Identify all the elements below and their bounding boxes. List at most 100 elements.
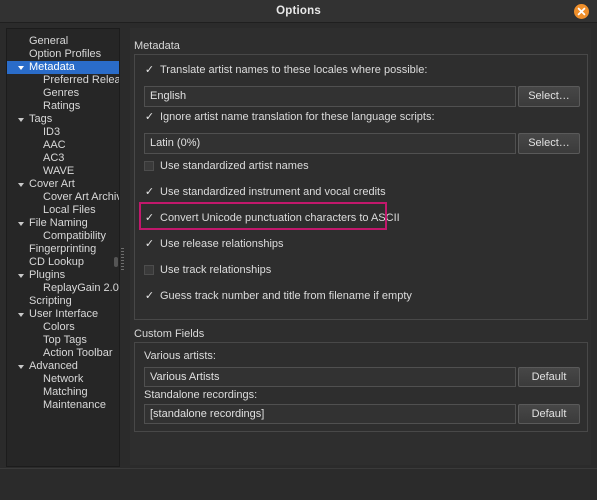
checkbox-label: Use release relationships	[160, 238, 284, 250]
sidebar-item-label: Action Toolbar	[43, 347, 113, 359]
sidebar-item-cd-lookup[interactable]: CD Lookup	[7, 256, 119, 269]
sidebar-item-tags[interactable]: Tags	[7, 113, 119, 126]
sidebar-item-user-interface[interactable]: User Interface	[7, 308, 119, 321]
sidebar-item-matching[interactable]: Matching	[7, 386, 119, 399]
chevron-down-icon[interactable]	[18, 118, 24, 122]
sidebar-scrollbar-thumb[interactable]	[114, 257, 118, 267]
checkbox-label: Convert Unicode punctuation characters t…	[160, 212, 400, 224]
chevron-down-icon[interactable]	[18, 183, 24, 187]
sidebar-item-label: Cover Art Archive	[43, 191, 120, 203]
sidebar-item-plugins[interactable]: Plugins	[7, 269, 119, 282]
sidebar-item-action-toolbar[interactable]: Action Toolbar	[7, 347, 119, 360]
sidebar-item-label: Fingerprinting	[29, 243, 97, 255]
check-mark-icon: ✓	[144, 111, 155, 123]
checkbox-label: Translate artist names to these locales …	[160, 64, 428, 76]
sidebar-item-network[interactable]: Network	[7, 373, 119, 386]
sidebar-item-label: Matching	[43, 386, 88, 398]
sidebar-item-wave[interactable]: WAVE	[7, 165, 119, 178]
sidebar-item-label: Maintenance	[43, 399, 106, 411]
sidebar-item-fingerprinting[interactable]: Fingerprinting	[7, 243, 119, 256]
sidebar-item-compatibility[interactable]: Compatibility	[7, 230, 119, 243]
sidebar-item-file-naming[interactable]: File Naming	[7, 217, 119, 230]
chevron-down-icon[interactable]	[18, 222, 24, 226]
sidebar-item-maintenance[interactable]: Maintenance	[7, 399, 119, 412]
sidebar-item-label: Tags	[29, 113, 53, 125]
sidebar-item-label: Scripting	[29, 295, 72, 307]
sidebar-item-label: Option Profiles	[29, 48, 102, 60]
options-dialog: Options General Option Profiles Metadata Pr…	[0, 0, 597, 500]
custom-fields-group-title: Custom Fields	[134, 328, 205, 340]
sidebar-item-label: Local Files	[43, 204, 96, 216]
sidebar-item-label: WAVE	[43, 165, 75, 177]
sidebar-item-option-profiles[interactable]: Option Profiles	[7, 48, 119, 61]
scripts-select-button[interactable]: Select…	[518, 133, 580, 154]
check-mark-icon: ✓	[144, 212, 155, 224]
close-circle-icon[interactable]	[574, 4, 589, 19]
metadata-group-title: Metadata	[134, 40, 180, 52]
sidebar-item-ratings[interactable]: Ratings	[7, 100, 119, 113]
check-mark-icon: ✓	[144, 238, 155, 250]
sidebar-item-label: Ratings	[43, 100, 81, 112]
various-artists-label: Various artists:	[144, 350, 216, 362]
check-mark-icon: ✓	[144, 64, 155, 76]
sidebar-item-label: User Interface	[29, 308, 99, 320]
sidebar-item-label: Top Tags	[43, 334, 87, 346]
chevron-down-icon[interactable]	[18, 313, 24, 317]
sidebar-item-general[interactable]: General	[7, 35, 119, 48]
sidebar-item-local-files[interactable]: Local Files	[7, 204, 119, 217]
sidebar-item-top-tags[interactable]: Top Tags	[7, 334, 119, 347]
sidebar-item-scripting[interactable]: Scripting	[7, 295, 119, 308]
check-mark-icon: ✓	[144, 186, 155, 198]
checkbox-label: Use track relationships	[160, 264, 272, 276]
tree-root: General Option Profiles Metadata Preferred …	[7, 29, 119, 412]
sidebar-item-label: ReplayGain 2.0	[43, 282, 119, 294]
window-title: Options	[276, 5, 321, 17]
sidebar-item-label: Cover Art	[29, 178, 75, 190]
various-artists-input[interactable]: Various Artists	[144, 367, 516, 387]
settings-category-tree[interactable]: General Option Profiles Metadata Preferred …	[6, 28, 120, 467]
chevron-down-icon[interactable]	[18, 274, 24, 278]
checkbox-box-icon	[144, 161, 154, 171]
chevron-down-icon[interactable]	[18, 365, 24, 369]
sidebar-item-label: File Naming	[29, 217, 88, 229]
sidebar-item-label: Compatibility	[43, 230, 106, 242]
sidebar-item-label: Colors	[43, 321, 75, 333]
sidebar-item-cover-art-archive[interactable]: Cover Art Archive	[7, 191, 119, 204]
sidebar-item-ac3[interactable]: AC3	[7, 152, 119, 165]
sidebar-item-label: AC3	[43, 152, 65, 164]
checkbox-label: Ignore artist name translation for these…	[160, 111, 435, 123]
standalone-recordings-input[interactable]: [standalone recordings]	[144, 404, 516, 424]
sidebar-item-label: ID3	[43, 126, 61, 138]
panel-splitter-handle[interactable]	[120, 246, 125, 274]
sidebar-item-cover-art[interactable]: Cover Art	[7, 178, 119, 191]
check-mark-icon: ✓	[144, 290, 155, 302]
various-artists-default-button[interactable]: Default	[518, 367, 580, 387]
sidebar-item-label: CD Lookup	[29, 256, 85, 268]
sidebar-item-label: Preferred Relea…	[43, 74, 119, 86]
sidebar-item-genres[interactable]: Genres	[7, 87, 119, 100]
sidebar-item-aac[interactable]: AAC	[7, 139, 119, 152]
locales-input[interactable]: English	[144, 86, 516, 107]
sidebar-item-colors[interactable]: Colors	[7, 321, 119, 334]
sidebar-item-replaygain-2-0[interactable]: ReplayGain 2.0	[7, 282, 119, 295]
sidebar-item-advanced[interactable]: Advanced	[7, 360, 119, 373]
sidebar-item-preferred-relea[interactable]: Preferred Relea…	[7, 74, 119, 87]
chevron-down-icon[interactable]	[18, 66, 24, 70]
sidebar-item-id3[interactable]: ID3	[7, 126, 119, 139]
sidebar-item-label: Plugins	[29, 269, 66, 281]
settings-main-panel: Metadata ✓ Translate artist names to the…	[130, 28, 591, 465]
locales-select-button[interactable]: Select…	[518, 86, 580, 107]
dialog-button-bar: ? Help Restore all Defaults Restore Defa…	[0, 468, 597, 500]
sidebar-item-metadata[interactable]: Metadata	[7, 61, 119, 74]
checkbox-box-icon	[144, 265, 154, 275]
sidebar-item-label: Metadata	[29, 61, 75, 73]
sidebar-item-label: Genres	[43, 87, 80, 99]
checkbox-label: Use standardized artist names	[160, 160, 309, 172]
checkbox-label: Use standardized instrument and vocal cr…	[160, 186, 386, 198]
sidebar-item-label: Advanced	[29, 360, 78, 372]
standalone-recordings-label: Standalone recordings:	[144, 389, 258, 401]
standalone-recordings-default-button[interactable]: Default	[518, 404, 580, 424]
scripts-input[interactable]: Latin (0%)	[144, 133, 516, 154]
checkbox-label: Guess track number and title from filena…	[160, 290, 412, 302]
sidebar-item-label: General	[29, 35, 69, 47]
